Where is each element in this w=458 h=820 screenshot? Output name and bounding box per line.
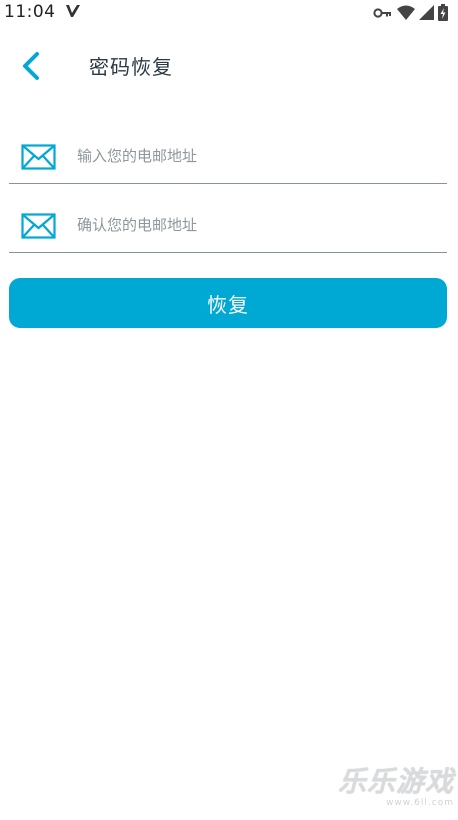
recover-button[interactable]: 恢复 [9,278,447,328]
key-icon [373,7,391,18]
envelope-icon [21,144,56,170]
watermark: 乐乐游戏 www.6ll.com [336,766,454,814]
wifi-icon [397,5,415,20]
envelope-icon [21,213,56,239]
signal-icon [419,4,434,20]
page-title: 密码恢复 [89,55,173,79]
watermark-logo-text: 乐乐游戏 [337,765,454,798]
confirm-email-input[interactable] [77,210,437,240]
chevron-left-icon[interactable] [14,48,50,84]
email-input[interactable] [77,141,437,171]
battery-charging-icon [438,4,448,21]
v-logo-icon [66,5,80,17]
header: 密码恢复 [0,40,458,90]
status-icons [373,4,448,21]
email-field [9,127,447,184]
status-bar: 11:04 [0,0,458,26]
watermark-url: www.6ll.com [386,798,454,808]
confirm-email-field [9,196,447,253]
status-time: 11:04 [4,2,56,22]
